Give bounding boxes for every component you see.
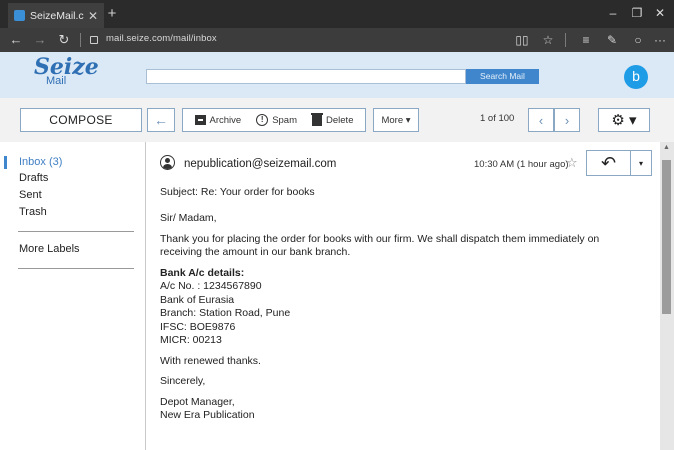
folder-sidebar: Inbox (3) Drafts Sent Trash More Labels bbox=[0, 142, 146, 450]
hub-icon[interactable]: ≡ bbox=[578, 32, 594, 48]
spam-button[interactable]: ! Spam bbox=[256, 114, 297, 126]
refresh-icon[interactable]: ↻ bbox=[56, 32, 72, 48]
reply-button[interactable]: ↶ bbox=[586, 150, 631, 176]
spam-icon: ! bbox=[256, 114, 269, 126]
bank-line: MICR: 00213 bbox=[160, 334, 222, 346]
browser-tab[interactable]: SeizeMail.c ✕ bbox=[8, 3, 104, 28]
signature-line: Depot Manager, bbox=[160, 395, 235, 408]
divider bbox=[18, 268, 134, 269]
archive-button[interactable]: Archive bbox=[194, 114, 242, 126]
signature-line: New Era Publication bbox=[160, 409, 255, 421]
mail-favicon-icon bbox=[14, 10, 25, 21]
restore-icon[interactable]: ❐ bbox=[629, 6, 645, 20]
message-body: Sir/ Madam, Thank you for placing the or… bbox=[160, 212, 630, 423]
divider bbox=[565, 33, 566, 47]
new-tab-icon[interactable]: + bbox=[104, 5, 120, 22]
forward-icon[interactable]: → bbox=[32, 32, 48, 48]
sidebar-item-sent[interactable]: Sent bbox=[19, 189, 42, 201]
logo: Seize bbox=[34, 54, 99, 80]
bank-line: IFSC: BOE9876 bbox=[160, 320, 236, 333]
settings-button[interactable]: ⚙ ▾ bbox=[598, 108, 650, 132]
mail-toolbar: COMPOSE ← Archive ! Spam Delete More ▾ 1… bbox=[0, 98, 674, 142]
window-close-icon[interactable]: ✕ bbox=[652, 6, 668, 20]
pager-count: 1 of 100 bbox=[480, 113, 515, 124]
delete-label: Delete bbox=[326, 114, 354, 126]
bank-line: Branch: Station Road, Pune bbox=[160, 307, 291, 319]
archive-label: Archive bbox=[209, 114, 242, 126]
logo-sub: Mail bbox=[46, 75, 67, 87]
trash-icon bbox=[311, 112, 324, 126]
bank-line: Bank of Eurasia bbox=[160, 293, 235, 306]
sidebar-item-trash[interactable]: Trash bbox=[19, 206, 47, 218]
thanks-line: With renewed thanks. bbox=[160, 354, 261, 367]
browser-tab-bar: SeizeMail.c ✕ + – ❐ ✕ bbox=[0, 0, 674, 28]
sidebar-item-more-labels[interactable]: More Labels bbox=[19, 243, 80, 255]
compose-button[interactable]: COMPOSE bbox=[20, 108, 142, 132]
address-bar: ← → ↻ mail.seize.com/mail/inbox ▯▯ ☆ ≡ ✎… bbox=[0, 28, 674, 52]
sidebar-item-inbox[interactable]: Inbox (3) bbox=[19, 156, 62, 168]
tab-title: SeizeMail.c bbox=[30, 9, 84, 22]
reading-view-icon[interactable]: ▯▯ bbox=[514, 32, 530, 48]
next-page-button[interactable]: › bbox=[554, 108, 580, 132]
archive-icon bbox=[194, 115, 206, 125]
scroll-up-icon[interactable]: ▲ bbox=[663, 144, 670, 151]
active-indicator bbox=[4, 156, 7, 169]
reply-dropdown-button[interactable]: ▾ bbox=[630, 150, 652, 176]
minimize-icon[interactable]: – bbox=[605, 6, 621, 20]
divider bbox=[18, 231, 134, 232]
sidebar-item-drafts[interactable]: Drafts bbox=[19, 172, 48, 184]
action-group: Archive ! Spam Delete bbox=[182, 108, 366, 132]
mail-header: Seize Mail Search Mail b bbox=[0, 52, 674, 98]
tab-close-icon[interactable]: ✕ bbox=[88, 9, 98, 23]
more-icon[interactable]: ··· bbox=[652, 32, 668, 48]
star-icon[interactable]: ☆ bbox=[566, 155, 578, 171]
delete-button[interactable]: Delete bbox=[311, 112, 354, 126]
sender-email: nepublication@seizemail.com bbox=[184, 158, 337, 170]
avatar[interactable]: b bbox=[624, 65, 648, 89]
user-icon bbox=[160, 155, 175, 170]
search-mail-button[interactable]: Search Mail bbox=[466, 69, 539, 84]
greeting: Sir/ Madam, bbox=[160, 212, 217, 224]
message-pane: nepublication@seizemail.com 10:30 AM (1 … bbox=[146, 142, 660, 450]
share-icon[interactable]: ○ bbox=[630, 32, 646, 48]
message-subject: Subject: Re: Your order for books bbox=[160, 186, 315, 198]
bank-line: A/c No. : 1234567890 bbox=[160, 280, 262, 292]
bank-details: Bank A/c details: A/c No. : 1234567890 B… bbox=[160, 267, 630, 348]
favorite-star-icon[interactable]: ☆ bbox=[540, 32, 556, 48]
back-icon[interactable]: ← bbox=[8, 32, 24, 48]
scrollbar-thumb[interactable] bbox=[662, 160, 671, 314]
spam-label: Spam bbox=[272, 114, 298, 126]
message-time: 10:30 AM (1 hour ago) bbox=[474, 159, 569, 170]
notes-icon[interactable]: ✎ bbox=[604, 32, 620, 48]
url-field[interactable]: mail.seize.com/mail/inbox bbox=[106, 33, 217, 44]
divider bbox=[80, 33, 81, 47]
lock-icon bbox=[90, 36, 98, 44]
body-paragraph: Thank you for placing the order for book… bbox=[160, 232, 600, 259]
more-button[interactable]: More ▾ bbox=[373, 108, 419, 132]
bank-heading: Bank A/c details: bbox=[160, 266, 245, 279]
back-to-inbox-button[interactable]: ← bbox=[147, 108, 175, 132]
prev-page-button[interactable]: ‹ bbox=[528, 108, 554, 132]
closing-line: Sincerely, bbox=[160, 375, 206, 387]
search-input[interactable] bbox=[146, 69, 466, 84]
